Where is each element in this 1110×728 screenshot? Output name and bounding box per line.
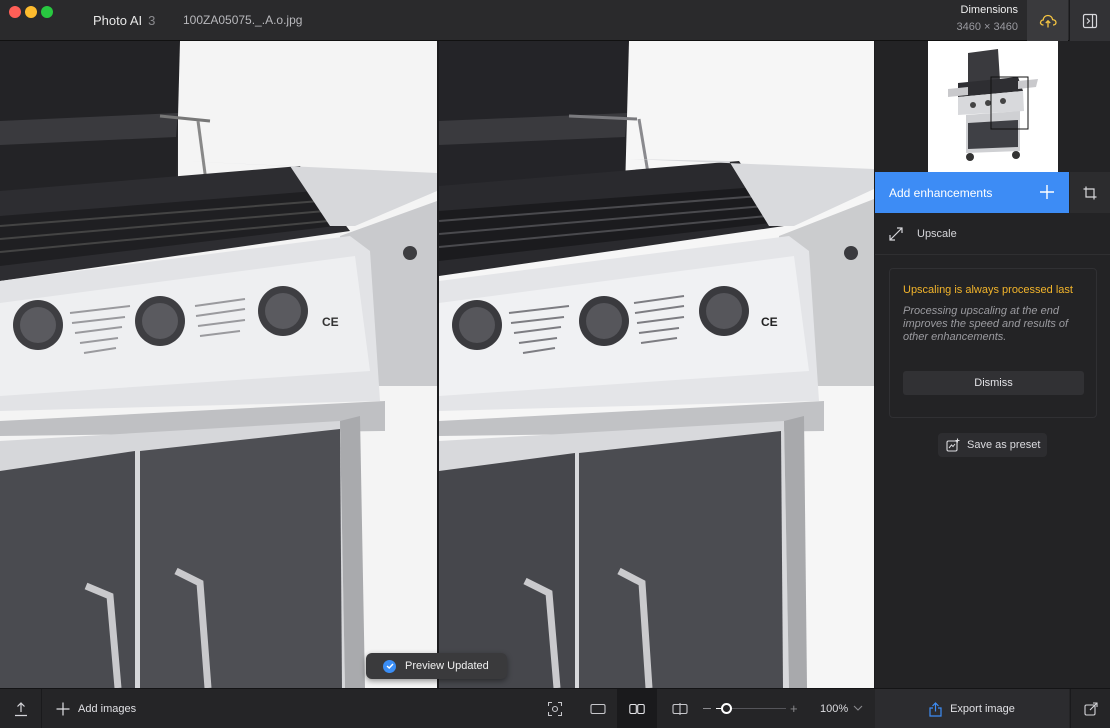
thumbnail-image [928,41,1058,172]
check-circle-icon [383,659,396,673]
side-by-side-view-button[interactable] [617,689,657,728]
dismiss-button[interactable]: Dismiss [903,371,1084,395]
grill-image-original: CE [0,41,437,688]
crop-icon [1083,186,1097,199]
add-images-label: Add images [78,703,137,715]
close-window-button[interactable] [9,6,21,18]
cloud-upload-icon [1039,14,1057,27]
grill-image-enhanced: CE [439,41,874,688]
app-version: 3 [148,13,156,28]
side-by-side-icon [629,703,645,715]
dimensions-label: Dimensions [960,4,1018,16]
enhancement-panel: Add enhancements Upscale Upscaling is al… [875,41,1110,688]
export-image-button[interactable]: Export image [875,689,1069,728]
title-bar: Photo AI 3 100ZA05075._.A.o.jpg Dimension… [0,0,1110,41]
add-images-button[interactable]: Add images [56,689,136,728]
expand-arrows-icon [889,226,903,241]
add-enhancements-button[interactable]: Add enhancements [875,172,1069,213]
upload-button[interactable] [0,689,42,728]
notice-body: Processing upscaling at the end improves… [903,305,1069,343]
zoom-window-button[interactable] [41,6,53,18]
sidebar-toggle-icon [1082,13,1098,28]
image-viewer[interactable]: CE CE Preview Updated [0,41,874,688]
dimensions-readout: Dimensions 3460 × 3460 [957,4,1018,33]
plus-icon [56,702,70,716]
split-view-button[interactable] [666,689,694,728]
export-image-label: Export image [950,703,1015,715]
split-view-icon [672,703,688,715]
plus-icon [1040,185,1054,199]
dimensions-value: 3460 × 3460 [956,21,1018,33]
screenshot-icon [548,702,562,716]
enhancements-row: Add enhancements [875,172,1110,213]
zoom-in-button[interactable]: + [790,702,798,715]
share-icon [1083,702,1098,716]
preview-updated-toast: Preview Updated [366,653,507,679]
notice-title: Upscaling is always processed last [903,284,1073,296]
minimize-window-button[interactable] [25,6,37,18]
single-view-button[interactable] [584,689,612,728]
screenshot-button[interactable] [540,689,570,728]
upscale-label: Upscale [917,227,957,240]
toggle-panel-button[interactable] [1069,0,1110,41]
share-button[interactable] [1070,689,1110,728]
svg-text:CE: CE [322,315,339,329]
cloud-upload-button[interactable] [1027,0,1068,41]
svg-text:CE: CE [761,315,778,329]
upscale-item[interactable]: Upscale [875,213,1110,255]
single-view-icon [590,703,606,715]
add-enhancements-label: Add enhancements [889,185,993,200]
file-name: 100ZA05075._.A.o.jpg [183,13,303,27]
app-title: Photo AI 3 [93,13,155,28]
app-name: Photo AI [93,13,143,28]
original-image-pane[interactable]: CE [0,41,437,688]
enhanced-image-pane[interactable]: CE [439,41,874,688]
save-as-preset-label: Save as preset [967,439,1041,451]
save-as-preset-button[interactable]: Save as preset [938,433,1047,457]
upscaling-notice: Upscaling is always processed last Proce… [889,268,1097,418]
save-preset-icon [946,438,960,452]
upload-icon [14,702,27,717]
navigator-thumbnail[interactable] [928,41,1058,172]
bottom-toolbar: Add images + 100% Export image [0,688,1110,728]
zoom-level[interactable]: 100% [820,703,848,715]
crop-button[interactable] [1070,172,1110,213]
zoom-slider-handle[interactable] [721,703,732,714]
export-icon [929,701,942,717]
zoom-out-button[interactable] [703,708,711,709]
chevron-down-icon[interactable] [853,704,863,712]
toast-text: Preview Updated [405,660,489,672]
